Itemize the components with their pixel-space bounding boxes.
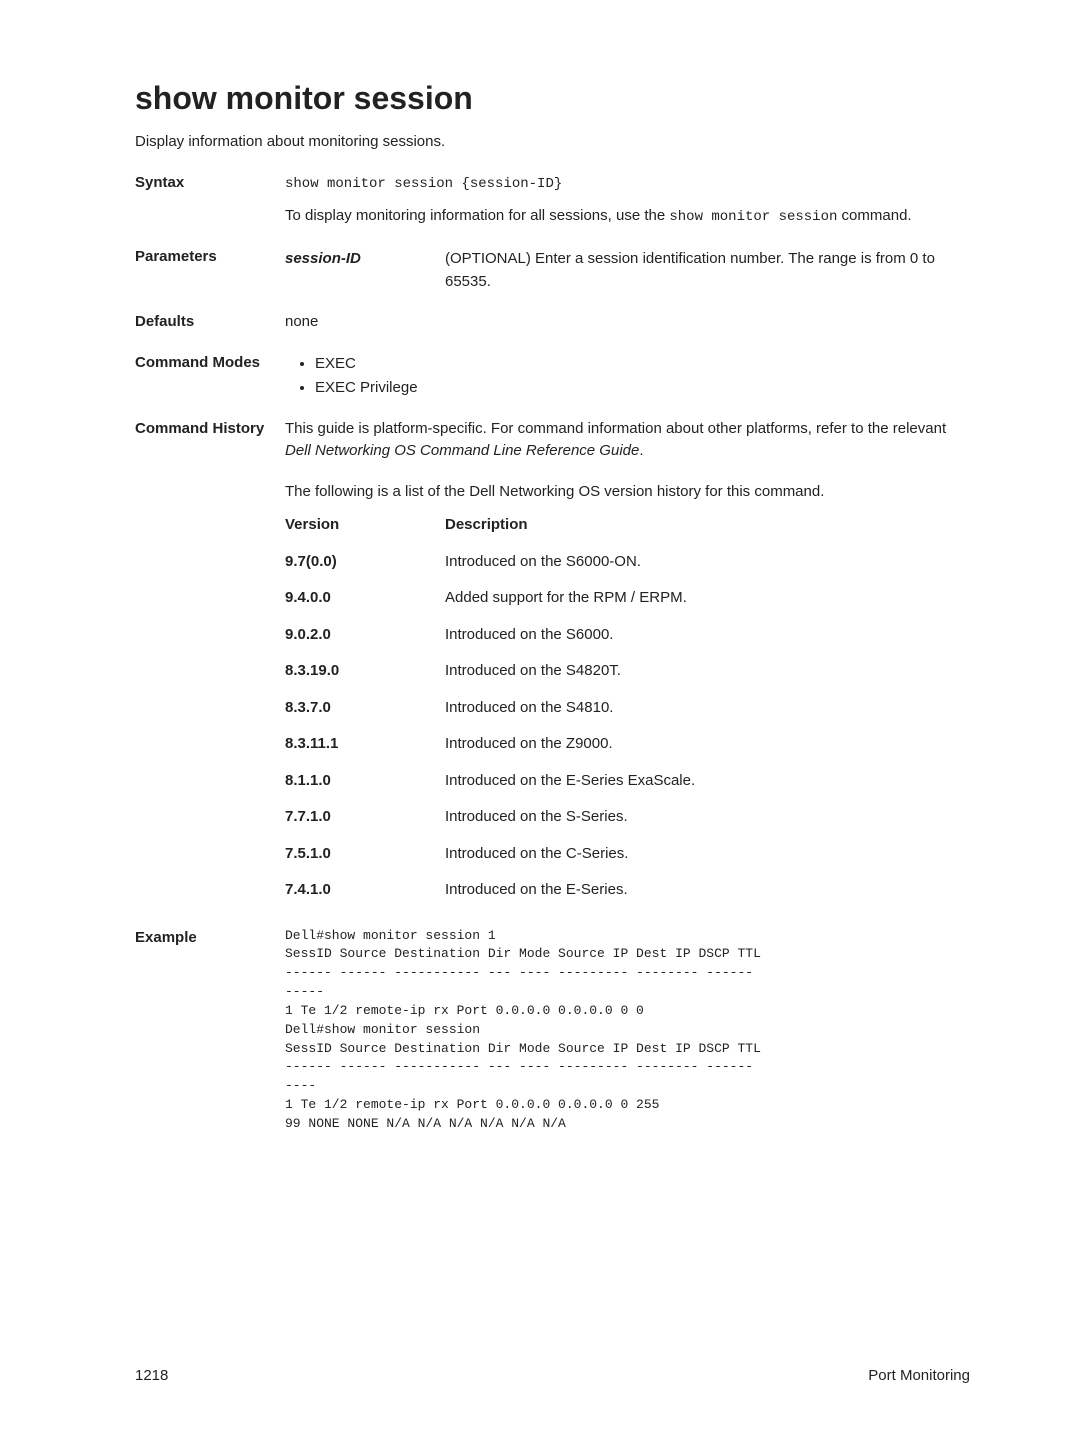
mode-item: EXEC (315, 352, 970, 376)
command-modes-list: EXEC EXEC Privilege (285, 352, 970, 400)
table-row: 8.1.1.0Introduced on the E-Series ExaSca… (285, 763, 970, 800)
page-number: 1218 (135, 1367, 168, 1384)
intro-text: Display information about monitoring ses… (135, 133, 970, 150)
table-row: 9.7(0.0)Introduced on the S6000-ON. (285, 544, 970, 581)
example-output: Dell#show monitor session 1 SessID Sourc… (285, 927, 970, 1134)
syntax-note-prefix: To display monitoring information for al… (285, 207, 669, 224)
example-label: Example (135, 927, 285, 946)
table-row: 9.4.0.0Added support for the RPM / ERPM. (285, 580, 970, 617)
version-history-table: Version Description 9.7(0.0)Introduced o… (285, 507, 970, 909)
parameters-row: Parameters session-ID (OPTIONAL) Enter a… (135, 246, 970, 293)
command-modes-row: Command Modes EXEC EXEC Privilege (135, 352, 970, 400)
param-name: session-ID (285, 248, 445, 271)
table-row: 7.7.1.0Introduced on the S-Series. (285, 799, 970, 836)
syntax-label: Syntax (135, 172, 285, 191)
syntax-row: Syntax show monitor session {session-ID}… (135, 172, 970, 228)
syntax-note-suffix: command. (837, 207, 911, 224)
th-version: Version (285, 507, 445, 544)
page-footer: 1218 Port Monitoring (135, 1367, 970, 1384)
table-row: 8.3.11.1Introduced on the Z9000. (285, 726, 970, 763)
history-para2: The following is a list of the Dell Netw… (285, 481, 970, 504)
table-row: 7.4.1.0Introduced on the E-Series. (285, 872, 970, 909)
history-para1: This guide is platform-specific. For com… (285, 418, 970, 463)
param-desc: (OPTIONAL) Enter a session identificatio… (445, 248, 970, 293)
footer-section: Port Monitoring (868, 1367, 970, 1384)
defaults-row: Defaults none (135, 311, 970, 334)
page-title: show monitor session (135, 80, 970, 117)
syntax-content: show monitor session {session-ID} To dis… (285, 172, 970, 228)
syntax-note-mono: show monitor session (669, 209, 837, 225)
defaults-label: Defaults (135, 311, 285, 330)
th-description: Description (445, 507, 970, 544)
command-history-row: Command History This guide is platform-s… (135, 418, 970, 909)
parameters-label: Parameters (135, 246, 285, 265)
table-row: 9.0.2.0Introduced on the S6000. (285, 617, 970, 654)
table-row: 7.5.1.0Introduced on the C-Series. (285, 836, 970, 873)
command-modes-label: Command Modes (135, 352, 285, 371)
mode-item: EXEC Privilege (315, 376, 970, 400)
defaults-value: none (285, 311, 970, 334)
example-row: Example Dell#show monitor session 1 Sess… (135, 927, 970, 1134)
command-history-label: Command History (135, 418, 285, 437)
table-row: 8.3.7.0Introduced on the S4810. (285, 690, 970, 727)
table-row: 8.3.19.0Introduced on the S4820T. (285, 653, 970, 690)
syntax-command: show monitor session {session-ID} (285, 176, 562, 192)
